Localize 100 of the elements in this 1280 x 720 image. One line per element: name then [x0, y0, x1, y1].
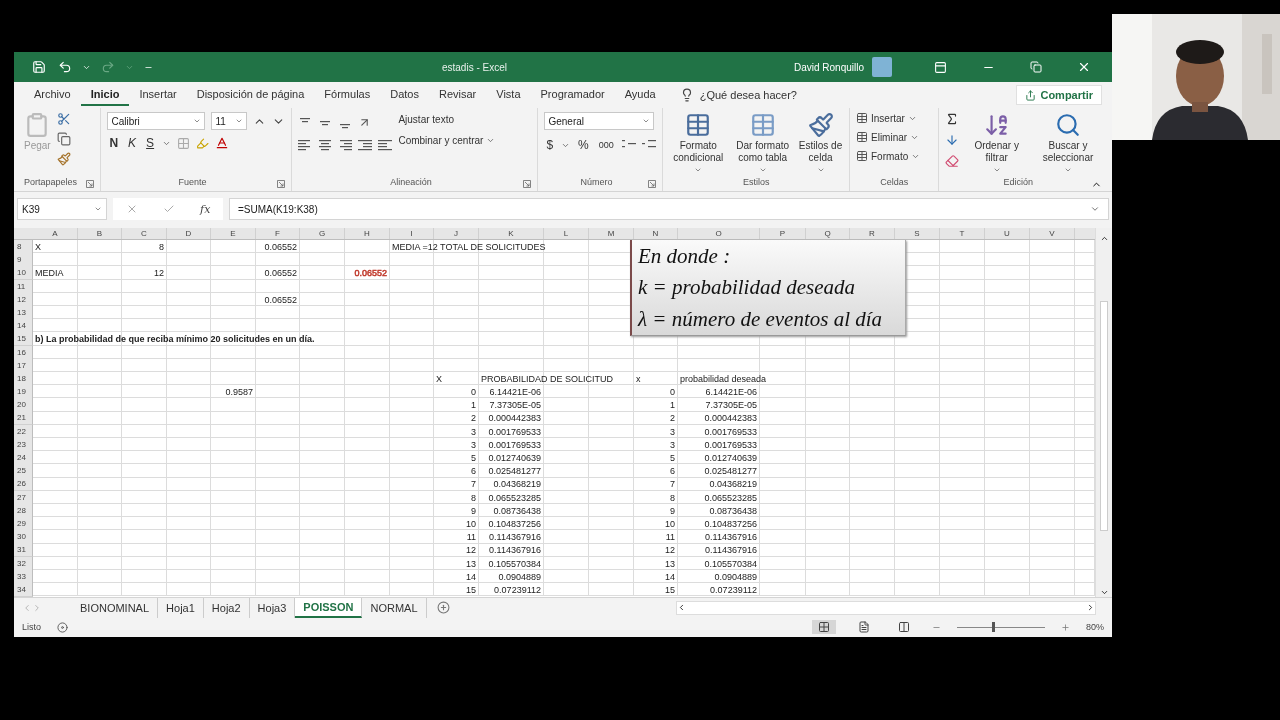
- caret-icon: [992, 166, 1001, 174]
- style-button[interactable]: Estilos de celda: [798, 112, 843, 177]
- sheet-tab[interactable]: POISSON: [295, 597, 363, 618]
- sheet-tab[interactable]: Hoja2: [203, 597, 250, 618]
- cells-button[interactable]: Eliminar: [856, 131, 921, 143]
- cell-text: 0.065523285: [488, 492, 541, 503]
- menu-tab[interactable]: Datos: [380, 84, 429, 106]
- dialog-launcher-icon[interactable]: [648, 180, 657, 188]
- scissors-icon[interactable]: [56, 112, 71, 126]
- save-icon[interactable]: [30, 60, 48, 74]
- cell-text: MEDIA: [35, 268, 64, 279]
- style-button[interactable]: Dar formato como tabla: [729, 112, 797, 177]
- cell-text: 0.06552: [264, 268, 297, 279]
- font-size-field[interactable]: 11: [211, 112, 248, 130]
- eraser-icon[interactable]: [945, 154, 960, 168]
- insert-function-button[interactable]: fx: [200, 202, 211, 216]
- font-color-icon[interactable]: [215, 136, 230, 150]
- number-format-field[interactable]: General: [544, 112, 655, 130]
- row-header: 31: [14, 543, 33, 558]
- scroll-right-icon[interactable]: [1086, 603, 1095, 612]
- cell-text: 0.104837256: [704, 518, 757, 529]
- cell-text: 2: [670, 413, 675, 424]
- cell-text: 8: [159, 242, 164, 252]
- column-header: U: [985, 228, 1030, 239]
- font-name-field[interactable]: Calibri: [107, 112, 206, 130]
- normal-view-button[interactable]: [812, 620, 836, 634]
- currency-button[interactable]: $: [544, 138, 556, 152]
- scroll-thumb[interactable]: [1100, 301, 1108, 531]
- name-box[interactable]: K39: [17, 198, 107, 220]
- cell-text: 0: [670, 387, 675, 398]
- zoom-slider-thumb[interactable]: [992, 621, 996, 632]
- dialog-launcher-icon[interactable]: [523, 180, 532, 188]
- check-icon[interactable]: [162, 203, 175, 215]
- zoom-in-icon[interactable]: [1061, 622, 1070, 632]
- cell-text: 0.105570384: [488, 558, 541, 569]
- sheet-tab[interactable]: NORMAL: [362, 597, 427, 618]
- cell-text: 0.012740639: [488, 453, 541, 463]
- cell-text: 0.065523285: [704, 492, 757, 503]
- align-right-icon[interactable]: [338, 139, 353, 151]
- indent-increase-icon[interactable]: [378, 139, 393, 151]
- percent-button[interactable]: %: [576, 138, 591, 152]
- row-header: 10: [14, 266, 33, 281]
- style-button[interactable]: Formato condicional: [669, 112, 728, 177]
- menu-tab[interactable]: Disposición de página: [186, 84, 315, 106]
- cell-text: 12: [466, 545, 476, 556]
- table-icon: [856, 131, 868, 143]
- cell-text: 8: [670, 492, 675, 503]
- column-header: B: [78, 228, 122, 239]
- paintbrush-icon[interactable]: [56, 152, 71, 166]
- menu-tab[interactable]: Fórmulas: [314, 84, 381, 106]
- macro-record-icon[interactable]: [57, 621, 68, 633]
- column-header: T: [940, 228, 985, 239]
- sheet-tab[interactable]: BIONOMINAL: [72, 597, 159, 618]
- dialog-launcher-icon[interactable]: [277, 180, 286, 188]
- caret-icon: [193, 117, 202, 125]
- italic-button[interactable]: K: [126, 136, 139, 150]
- cell-text: 6: [471, 466, 476, 477]
- cell-text: 6.14421E-06: [489, 387, 541, 398]
- bold-button[interactable]: N: [107, 136, 121, 150]
- wrap-text-button[interactable]: Ajustar texto: [398, 114, 496, 125]
- window-title: estadis - Excel: [441, 61, 507, 73]
- indent-decrease-icon[interactable]: [358, 139, 373, 151]
- menu-tab[interactable]: Vista: [486, 84, 531, 106]
- sheet-tab[interactable]: Hoja1: [158, 597, 204, 618]
- add-sheet-icon[interactable]: [436, 601, 450, 614]
- find-select-button[interactable]: Buscar y seleccionar: [1034, 112, 1102, 177]
- scroll-up-icon[interactable]: [1099, 234, 1109, 243]
- merge-center-button[interactable]: Combinar y centrar: [398, 135, 496, 146]
- menu-tab[interactable]: Ayuda: [614, 84, 666, 106]
- cell-text: 15: [665, 584, 675, 595]
- cell-text: 1: [670, 400, 675, 411]
- menu-tab[interactable]: Inicio: [80, 84, 130, 106]
- cell-text: 7.37305E-05: [705, 400, 757, 411]
- thousands-button[interactable]: 000: [596, 140, 616, 150]
- formula-field[interactable]: =SUMA(K19:K38): [229, 198, 1109, 220]
- cell-text: 0: [471, 387, 476, 398]
- menu-tab[interactable]: Revisar: [428, 84, 487, 106]
- menu-tab[interactable]: Insertar: [129, 84, 187, 106]
- row-header: 8: [14, 240, 33, 254]
- scroll-down-icon[interactable]: [1099, 588, 1109, 597]
- caret-icon: [486, 136, 496, 145]
- dialog-launcher-icon[interactable]: [86, 180, 95, 188]
- column-header: E: [211, 228, 256, 239]
- tell-me-field[interactable]: ¿Qué desea hacer?: [699, 89, 797, 101]
- copy-icon[interactable]: [56, 132, 71, 146]
- sort-filter-button[interactable]: Ordenar y filtrar: [965, 112, 1028, 177]
- underline-button[interactable]: S: [144, 136, 157, 150]
- cell-text: 2: [471, 413, 476, 424]
- share-button[interactable]: Compartir: [1016, 85, 1102, 105]
- cell-text: 12: [154, 268, 164, 279]
- scroll-left-icon[interactable]: [677, 603, 686, 612]
- column-header: P: [760, 228, 806, 239]
- cells-button[interactable]: Formato: [856, 150, 921, 162]
- cell-text: 9: [670, 505, 675, 516]
- menu-tab[interactable]: Programador: [530, 84, 615, 106]
- align-left-icon[interactable]: [298, 139, 313, 151]
- align-center-icon[interactable]: [318, 139, 333, 151]
- menu-tab[interactable]: Archivo: [24, 84, 81, 106]
- cells-button[interactable]: Insertar: [856, 112, 921, 124]
- cell-text: 12: [665, 545, 675, 556]
